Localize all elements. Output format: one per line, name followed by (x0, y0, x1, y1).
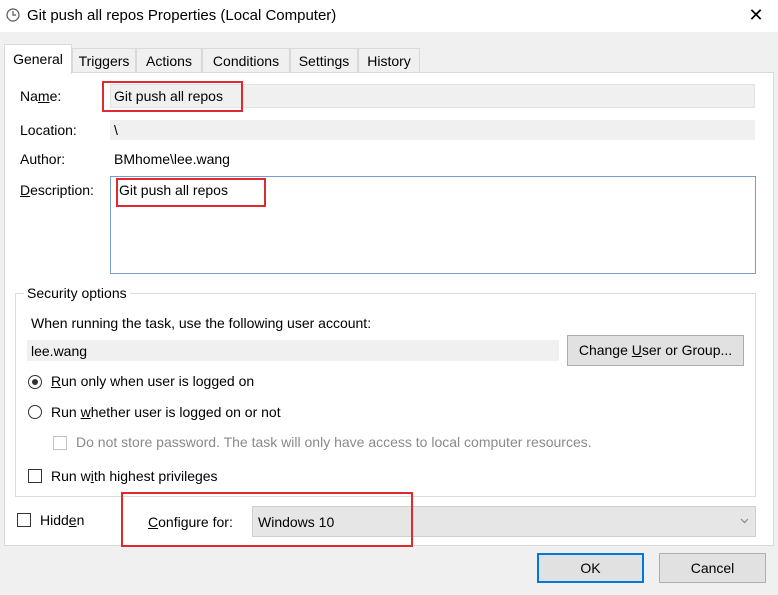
run-logged-on-radio[interactable] (28, 375, 42, 389)
run-logged-on-label: Run only when user is logged on (51, 373, 255, 389)
description-highlight-box (116, 178, 266, 207)
tab-triggers[interactable]: Triggers (72, 48, 136, 72)
highest-privileges-label: Run with highest privileges (51, 468, 218, 484)
run-whether-label: Run whether user is logged on or not (51, 404, 281, 420)
hidden-checkbox[interactable] (17, 513, 31, 527)
change-user-button[interactable]: Change User or Group... (567, 335, 744, 366)
close-icon[interactable]: ✕ (744, 5, 768, 27)
security-options-title: Security options (24, 285, 130, 301)
name-highlight-box (102, 81, 243, 112)
location-label: Location: (20, 122, 77, 138)
run-whether-radio[interactable] (28, 405, 42, 419)
tab-settings[interactable]: Settings (290, 48, 358, 72)
user-account-field (27, 340, 559, 361)
tab-actions[interactable]: Actions (136, 48, 202, 72)
clock-icon (6, 8, 20, 22)
title-bar: Git push all repos Properties (Local Com… (0, 0, 778, 32)
chevron-down-icon (740, 518, 749, 524)
hidden-label: Hidden (40, 512, 85, 528)
account-prompt: When running the task, use the following… (31, 315, 372, 331)
description-label: Description: (20, 182, 94, 198)
location-value: \ (114, 122, 118, 138)
author-label: Author: (20, 151, 66, 167)
user-account-value: lee.wang (31, 343, 88, 359)
name-label: Name: (20, 88, 62, 104)
ok-button[interactable]: OK (537, 553, 644, 583)
tab-general[interactable]: General (4, 44, 72, 74)
tab-history[interactable]: History (358, 48, 420, 72)
do-not-store-password-label: Do not store password. The task will onl… (76, 434, 592, 450)
configure-highlight-box (121, 492, 413, 547)
do-not-store-password-checkbox[interactable] (53, 436, 67, 450)
tab-conditions[interactable]: Conditions (202, 48, 290, 72)
author-value: BMhome\lee.wang (114, 151, 230, 167)
cancel-button[interactable]: Cancel (659, 553, 766, 583)
highest-privileges-checkbox[interactable] (28, 469, 42, 483)
location-field (110, 120, 755, 140)
window-title: Git push all repos Properties (Local Com… (27, 7, 337, 24)
